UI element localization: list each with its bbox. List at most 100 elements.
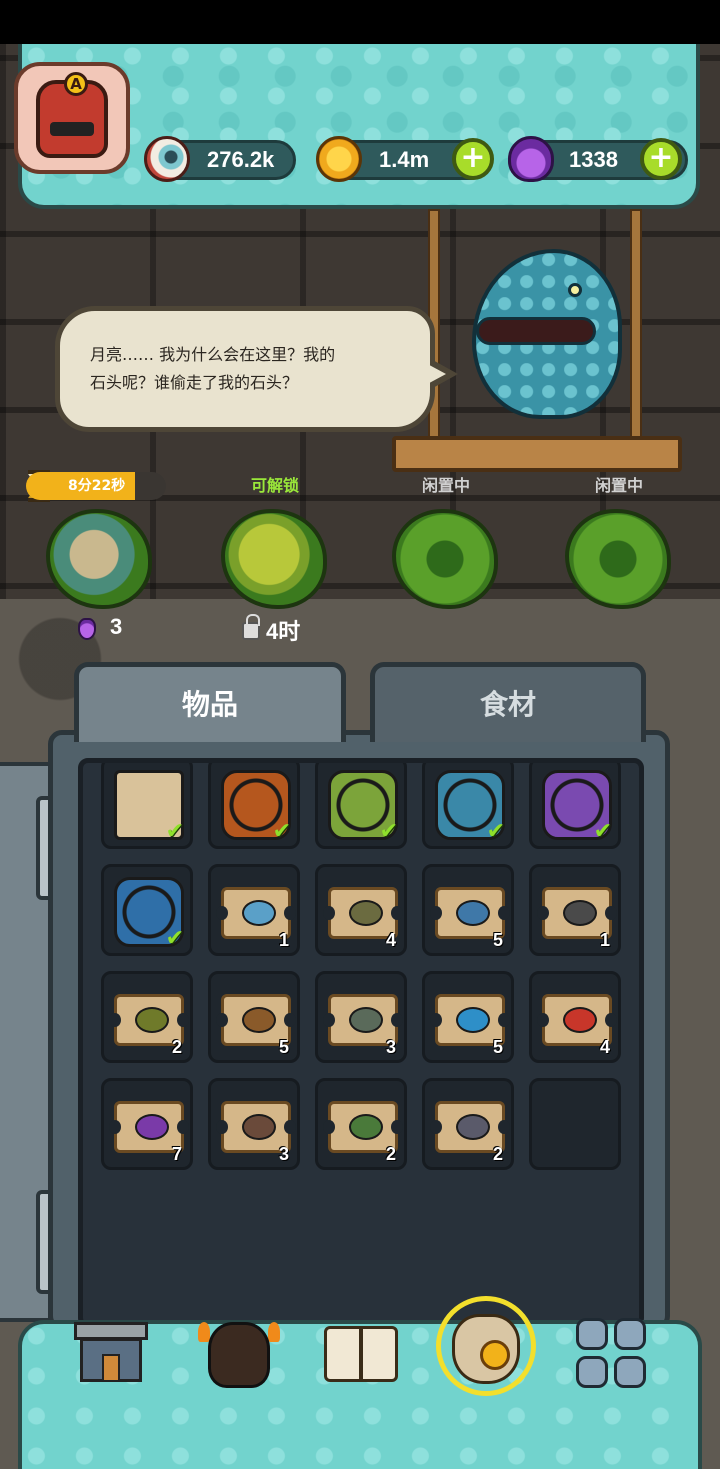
anglerfish-monster[interactable] (472, 249, 622, 419)
inventory-slot[interactable]: ✔ (315, 763, 407, 849)
tribal-chief-icon (208, 1322, 270, 1388)
inventory-slot[interactable]: 4 (315, 864, 407, 956)
add-potions-button[interactable]: + (640, 138, 682, 180)
grid-menu-icon (576, 1318, 608, 1350)
pod-status-idle: 闲置中 (421, 476, 470, 495)
creature-art (563, 900, 597, 926)
creature-art (242, 900, 276, 926)
inventory-slot[interactable]: 2 (422, 1078, 514, 1170)
inventory-slot[interactable]: ✔ (101, 864, 193, 956)
eyeball-icon (144, 136, 190, 182)
creature-art (242, 1007, 276, 1033)
dialog-line-1: 月亮…… 我为什么会在这里？我的 (90, 345, 336, 364)
creature-art (242, 1114, 276, 1140)
empty-slot[interactable] (529, 1078, 621, 1170)
monster-eye (568, 283, 582, 297)
rank-badge: A (64, 72, 88, 96)
check-icon: ✔ (593, 819, 612, 844)
dialog-line-2: 石头呢？谁偷走了我的石头？ (90, 373, 299, 392)
empty-pod-icon (392, 509, 498, 609)
item-count: 5 (492, 930, 503, 950)
add-coins-button[interactable]: + (452, 138, 494, 180)
incubator-pod-3[interactable] (376, 499, 516, 619)
plant-creature (221, 509, 327, 609)
inventory-slot[interactable]: 1 (208, 864, 300, 956)
item-count: 1 (599, 930, 610, 950)
gold-coin-icon (316, 136, 362, 182)
creature-art (349, 900, 383, 926)
game-scene: 月亮…… 我为什么会在这里？我的 石头呢？谁偷走了我的石头？ 8分22秒 可解锁… (0, 44, 720, 1469)
creature-art (456, 1114, 490, 1140)
pod-status-unlockable: 可解锁 (250, 476, 299, 495)
nav-chief-button[interactable] (198, 1314, 280, 1394)
creature-art (135, 1114, 169, 1140)
item-count: 3 (385, 1037, 396, 1057)
item-count: 5 (492, 1037, 503, 1057)
item-count: 2 (171, 1037, 182, 1057)
check-icon: ✔ (486, 819, 505, 844)
torch-flame-icon (198, 1322, 210, 1342)
item-count: 2 (385, 1144, 396, 1164)
item-count: 4 (385, 930, 396, 950)
item-count: 3 (278, 1144, 289, 1164)
incubator-pod-2[interactable] (205, 499, 345, 619)
creature-art (456, 900, 490, 926)
inventory-slot[interactable]: 1 (529, 864, 621, 956)
creature-art (349, 1007, 383, 1033)
purple-potion-icon (508, 136, 554, 182)
creature-art (456, 1007, 490, 1033)
check-icon: ✔ (165, 819, 184, 844)
empty-pod-icon (565, 509, 671, 609)
potion-icon (78, 618, 96, 640)
eyes-value: 276.2k (207, 147, 275, 172)
inventory-slot[interactable]: 3 (208, 1078, 300, 1170)
check-icon: ✔ (379, 819, 398, 844)
nav-shop-button[interactable] (72, 1314, 152, 1394)
pod-timer: 8分22秒 (26, 472, 166, 500)
inventory-slot[interactable]: 5 (422, 864, 514, 956)
potions-value: 1338 (569, 147, 618, 172)
pod-potion-count: 3 (110, 614, 123, 639)
check-icon: ✔ (165, 926, 184, 951)
inventory-slot[interactable]: 4 (529, 971, 621, 1063)
inventory-slot[interactable]: 2 (101, 971, 193, 1063)
incubator-pod-1[interactable] (30, 499, 170, 619)
incubator-pod-4[interactable] (549, 499, 689, 619)
creature-art (349, 1114, 383, 1140)
item-count: 4 (599, 1037, 610, 1057)
monster-mouth (476, 317, 596, 345)
hatching-creature (46, 509, 152, 609)
nav-book-button[interactable] (322, 1314, 402, 1394)
inventory-slot[interactable]: 2 (315, 1078, 407, 1170)
player-avatar[interactable]: A (14, 62, 130, 174)
item-count: 5 (278, 1037, 289, 1057)
swing-rope-right (630, 209, 642, 439)
inventory-slot[interactable]: 3 (315, 971, 407, 1063)
item-count: 7 (171, 1144, 182, 1164)
inventory-slot[interactable]: ✔ (208, 763, 300, 849)
inventory-grid: ✔ ✔ ✔ ✔ ✔ ✔ 1 4 5 1 2 5 3 5 4 7 3 2 2 (78, 758, 644, 1328)
creature-art (135, 1007, 169, 1033)
creature-art (563, 1007, 597, 1033)
check-icon: ✔ (272, 819, 291, 844)
lock-icon (242, 614, 260, 640)
open-book-icon (324, 1326, 362, 1382)
nav-bag-button[interactable] (436, 1296, 536, 1396)
nav-menu-button[interactable] (574, 1314, 654, 1394)
speech-bubble: 月亮…… 我为什么会在这里？我的 石头呢？谁偷走了我的石头？ (55, 306, 435, 432)
torch-flame-icon (268, 1322, 280, 1342)
inventory-slot[interactable]: ✔ (422, 763, 514, 849)
pod-unlock-time: 4时 (266, 619, 301, 644)
pod-status-idle: 闲置中 (594, 476, 643, 495)
item-count: 1 (278, 930, 289, 950)
coin-emblem-icon (480, 1340, 510, 1370)
inventory-slot[interactable]: 5 (422, 971, 514, 1063)
tab-ingredients[interactable]: 食材 (370, 662, 646, 742)
inventory-slot[interactable]: 5 (208, 971, 300, 1063)
wooden-swing (392, 436, 682, 472)
inventory-slot[interactable]: ✔ (529, 763, 621, 849)
inventory-slot[interactable]: 7 (101, 1078, 193, 1170)
tab-items[interactable]: 物品 (74, 662, 346, 742)
inventory-slot[interactable]: ✔ (101, 763, 193, 849)
item-count: 2 (492, 1144, 503, 1164)
